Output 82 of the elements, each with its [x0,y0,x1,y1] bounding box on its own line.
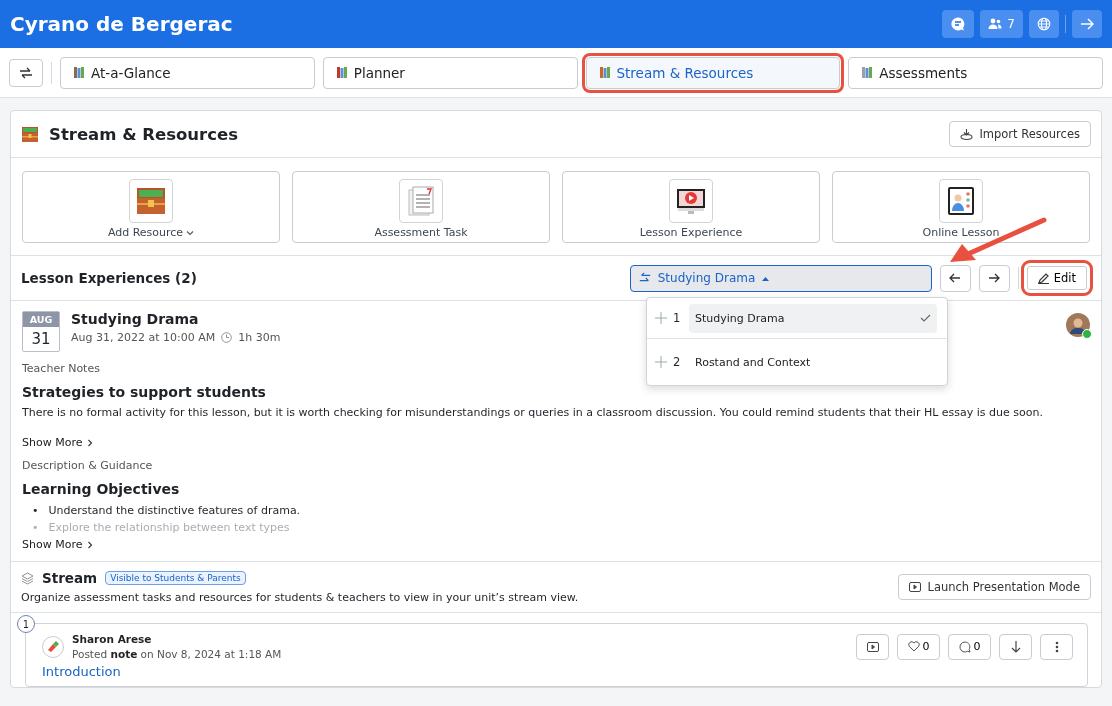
arrow-right-icon [1080,18,1094,30]
import-resources-button[interactable]: Import Resources [949,121,1091,147]
comment-button[interactable]: 0 [948,633,991,660]
stream-description: Organize assessment tasks and resources for students & teachers to view in your unit’s stream view. [21,591,579,605]
chat-icon [950,16,967,32]
lesson-date: Aug 31, 2022 at 10:00 AM [71,331,216,344]
play-icon [866,641,879,652]
like-button[interactable]: 0 [897,633,940,660]
pencil-icon [1037,272,1049,284]
swap-button[interactable] [9,58,43,87]
section-title: Lesson Experiences (2) [21,270,197,286]
present-button[interactable] [856,633,889,660]
drag-handle-icon[interactable] [655,312,667,324]
document-stack-icon [405,185,437,217]
resource-type-card[interactable]: Add Resource [22,171,280,243]
next-button[interactable] [978,264,1010,292]
item-number: 2 [673,355,682,369]
swap-icon [19,65,33,80]
import-icon [960,127,974,141]
objectives-heading: Learning Objectives [22,481,181,498]
tab[interactable]: Assessments [848,56,1103,89]
swap-icon [638,272,651,284]
notes-heading: Strategies to support students [22,384,267,400]
treasure-chest-icon [21,125,39,143]
tab[interactable]: Planner [322,56,578,89]
panel-title: Stream & Resources [49,124,239,144]
bullet: • [32,519,39,536]
visibility-badge: Visible to Students & Parents [105,571,246,586]
notes-text: There is no formal activity for this lesson, but it is worth checking for misunderstandings or queries in a classroom discussion. You could remind students that their HL essay is due soon. [22,405,1044,421]
objective-item: Explore the relationship between text types [48,519,290,536]
arrow-left-icon [949,273,962,283]
previous-button[interactable] [939,264,971,292]
section-label: Description & Guidance [22,459,154,473]
post-number: 1 [17,615,35,634]
chevron-right-icon [87,540,94,549]
chat-button[interactable] [942,10,975,38]
drag-handle-icon[interactable] [655,356,667,368]
treasure-chest-icon [135,185,167,217]
show-more-link[interactable]: Show More [22,436,94,450]
post-author: Sharon Arese [72,633,153,646]
clock-icon [221,332,233,343]
arrow-down-icon [1010,640,1021,653]
book-icon [73,66,85,79]
book-icon [598,66,611,79]
bullet: • [32,503,39,520]
video-call-icon [945,185,977,217]
post-info: Posted note on Nov 8, 2024 at 1:18 AM [72,648,282,661]
globe-button[interactable] [1029,10,1059,38]
people-icon [988,18,1003,30]
globe-icon [1037,17,1051,31]
exit-button[interactable] [1072,10,1102,38]
resource-type-card[interactable]: Lesson Experience [562,171,820,243]
layers-icon [21,571,34,585]
heart-icon [907,641,920,653]
show-more-link[interactable]: Show More [22,538,94,552]
resource-type-card[interactable]: Assessment Task [292,171,550,243]
app-title: Cyrano de Bergerac [10,12,233,36]
resource-type-card[interactable]: Online Lesson [832,171,1090,243]
checkmark-icon [920,314,931,322]
lesson-title: Studying Drama [71,311,200,327]
date-badge: AUG 31 [22,311,60,352]
tab[interactable]: At-a-Glance [60,56,315,89]
chevron-right-icon [87,438,94,447]
caret-up-icon [762,275,770,281]
launch-presentation-button[interactable]: Launch Presentation Mode [898,574,1091,601]
lesson-dropdown[interactable]: Studying Drama [629,264,932,292]
move-down-button[interactable] [999,633,1032,660]
speech-bubble-icon [958,640,971,653]
item-number: 1 [673,311,682,325]
more-vertical-icon [1054,640,1059,653]
book-icon [335,66,348,79]
arrow-right-icon [988,273,1001,283]
play-icon [909,582,922,593]
menu-item[interactable]: Rostand and Context [689,347,937,377]
author-avatar [42,635,64,658]
avatar [1066,313,1090,337]
objective-item: Understand the distinctive features of drama. [48,503,301,520]
menu-item[interactable]: Studying Drama [689,303,937,333]
lesson-duration: 1h 30m [238,331,281,344]
stream-title: Stream [42,570,98,587]
post-title[interactable]: Introduction [42,664,121,680]
book-icon [861,66,874,79]
